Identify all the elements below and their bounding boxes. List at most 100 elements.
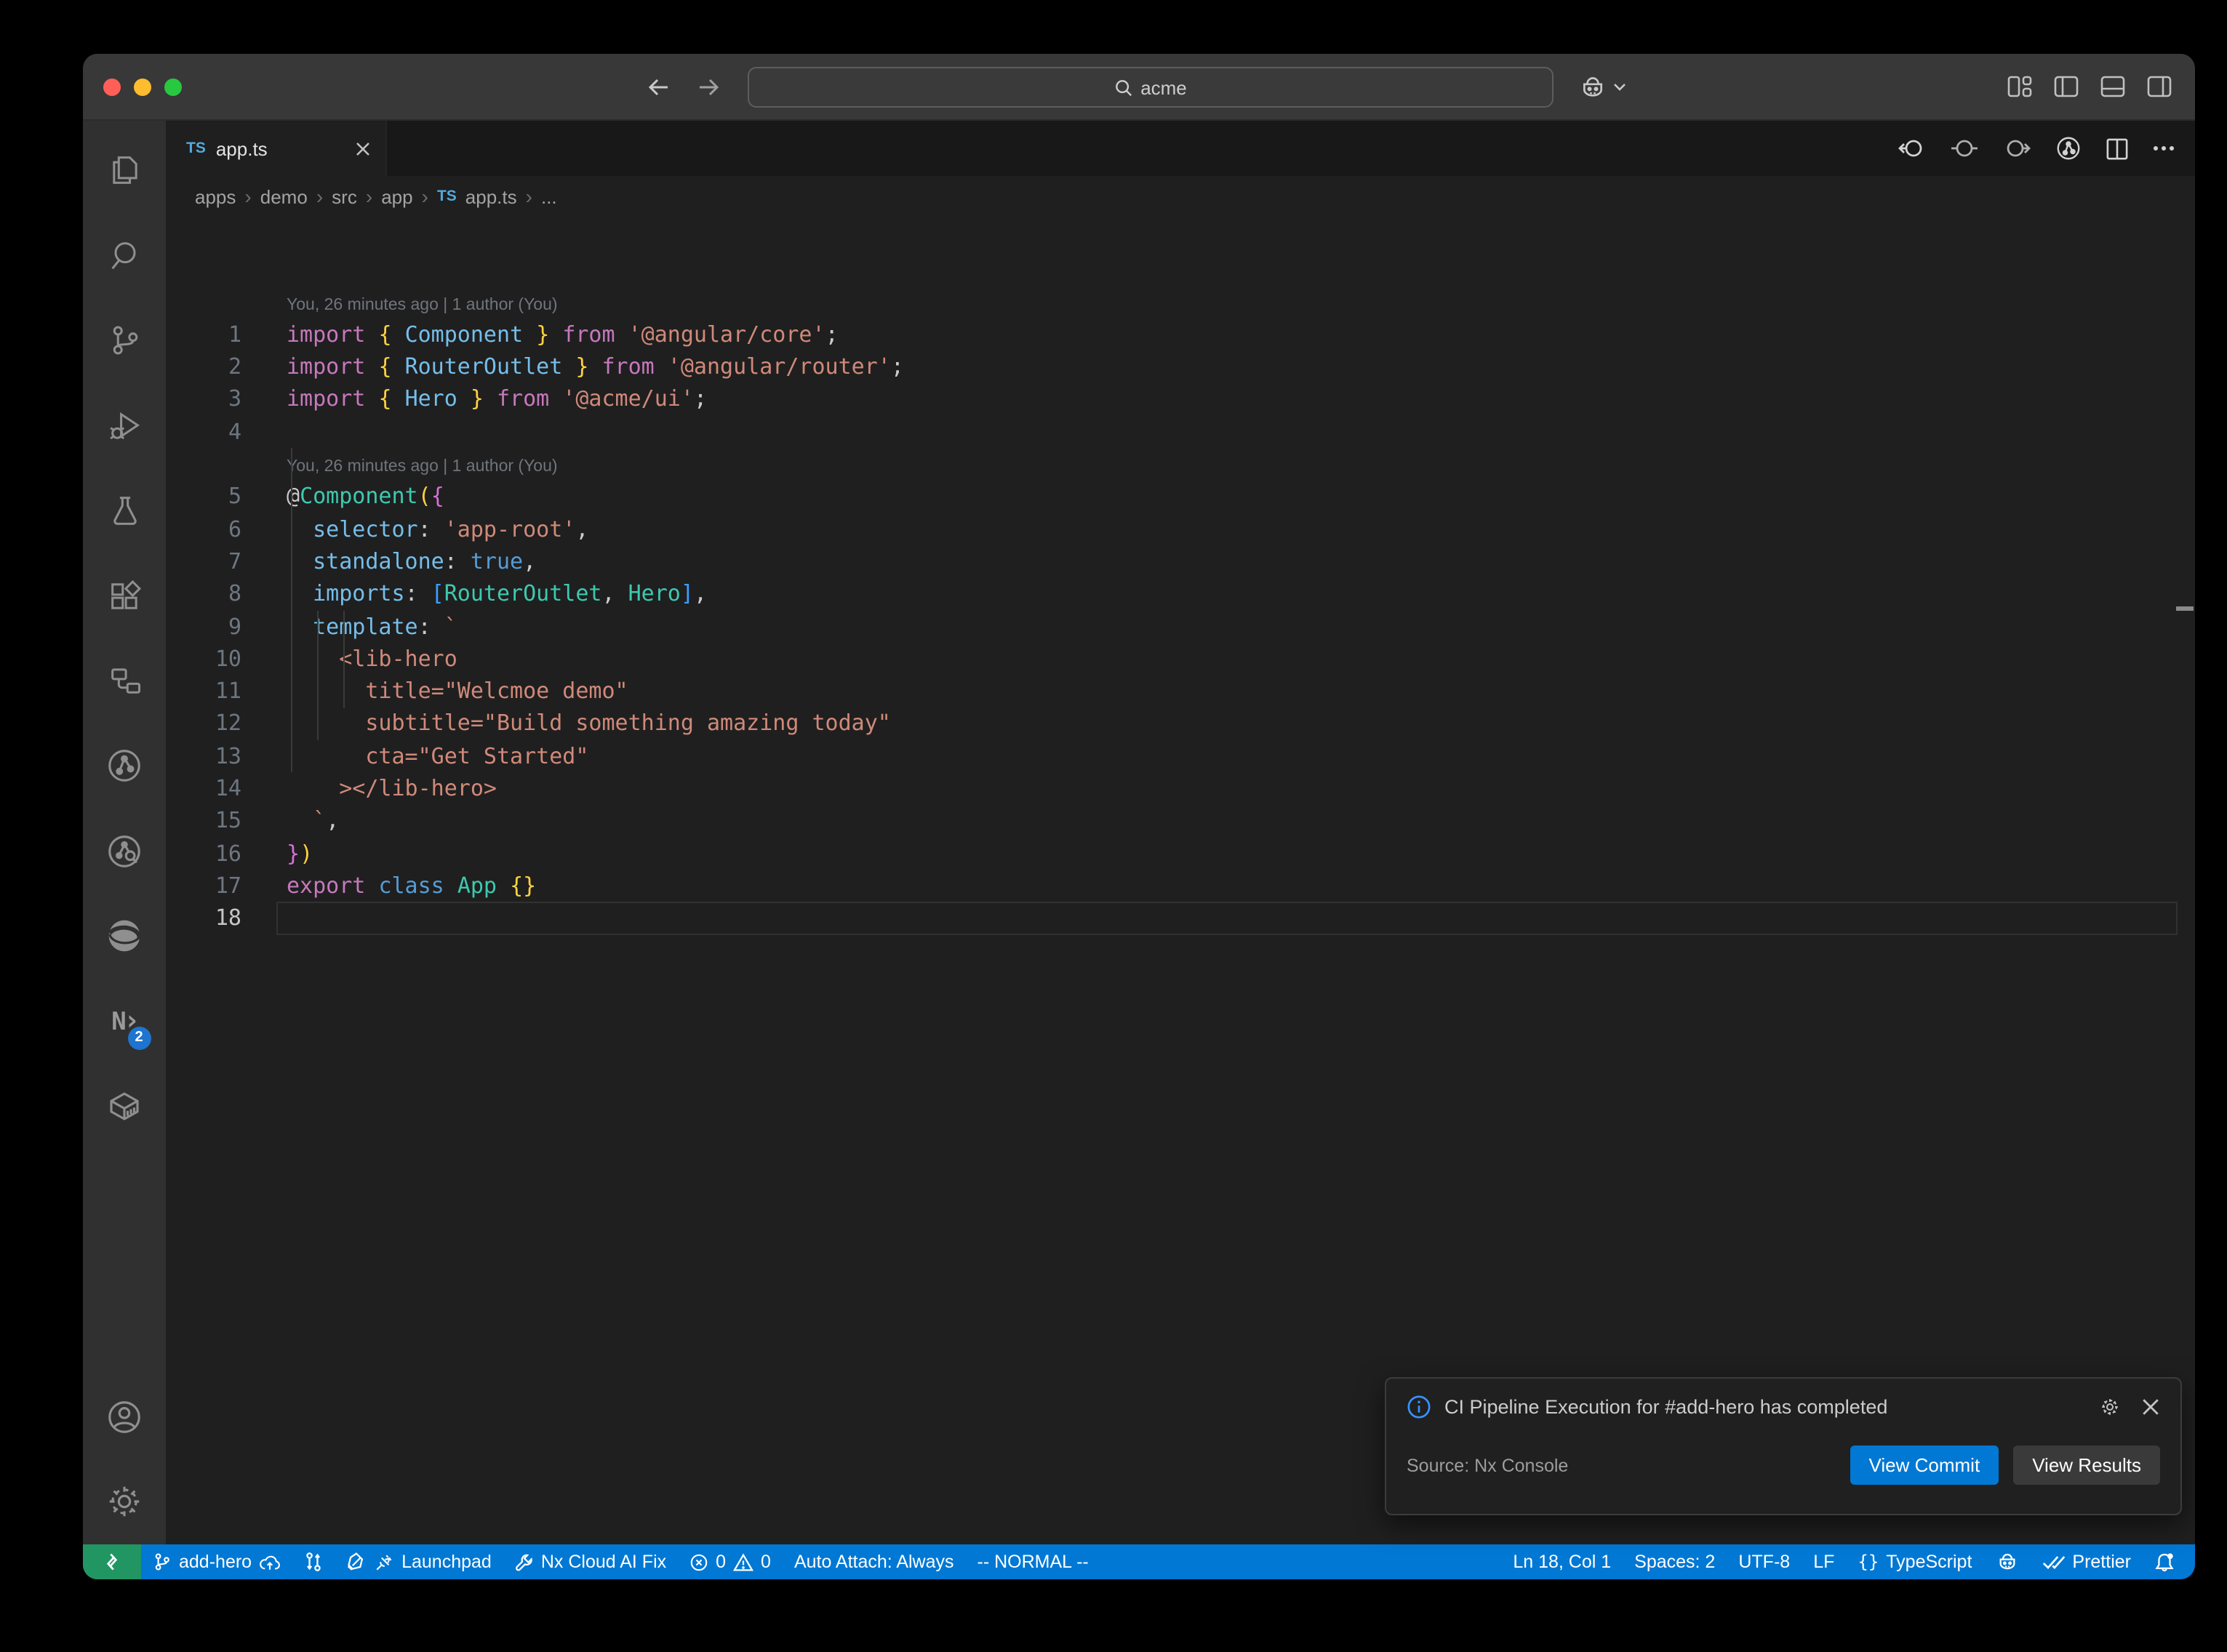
code-line[interactable]: 15 `,: [166, 805, 2195, 838]
vim-mode-status[interactable]: -- NORMAL --: [966, 1544, 1100, 1579]
problems-status[interactable]: 0 0: [678, 1544, 783, 1579]
notification-settings-gear-icon[interactable]: [2099, 1396, 2121, 1418]
package-icon[interactable]: [89, 1064, 159, 1149]
code-area[interactable]: You, 26 minutes ago | 1 author (You)1imp…: [166, 217, 2195, 1544]
explorer-icon[interactable]: [89, 128, 159, 213]
cursor-position-status[interactable]: Ln 18, Col 1: [1501, 1544, 1623, 1579]
language-label: TypeScript: [1886, 1552, 1972, 1572]
view-results-button[interactable]: View Results: [2013, 1446, 2160, 1485]
notification-toast: CI Pipeline Execution for #add-hero has …: [1385, 1377, 2182, 1515]
code-line[interactable]: 13 cta="Get Started": [166, 740, 2195, 773]
status-bar: add-hero Launchpad Nx Cloud AI Fix 0 0: [83, 1544, 2195, 1579]
nx-graph-icon[interactable]: [89, 723, 159, 809]
code-line[interactable]: 12 subtitle="Build something amazing tod…: [166, 707, 2195, 740]
run-debug-icon[interactable]: [89, 383, 159, 468]
pipeline-status[interactable]: [292, 1544, 335, 1579]
close-window-button[interactable]: [103, 78, 121, 95]
minimize-window-button[interactable]: [134, 78, 151, 95]
typescript-file-icon: TS: [437, 188, 457, 205]
indent-guide: [343, 611, 345, 708]
screen: acme: [0, 0, 2227, 1652]
code-line[interactable]: 1import { Component } from '@angular/cor…: [166, 318, 2195, 351]
breadcrumb-item[interactable]: app: [381, 185, 412, 207]
code-line[interactable]: 16}): [166, 837, 2195, 870]
code-line[interactable]: 11 title="Welcmoe demo": [166, 675, 2195, 707]
language-status[interactable]: {} TypeScript: [1846, 1544, 1983, 1579]
nav-back-circle-icon[interactable]: [1898, 138, 1926, 159]
view-commit-button[interactable]: View Commit: [1850, 1446, 1999, 1485]
remote-indicator[interactable]: [83, 1544, 141, 1579]
git-branch-status[interactable]: add-hero: [141, 1544, 292, 1579]
bell-icon: [2154, 1551, 2175, 1573]
code-line[interactable]: 3import { Hero } from '@acme/ui';: [166, 383, 2195, 416]
code-line[interactable]: 6 selector: 'app-root',: [166, 513, 2195, 545]
project-details-icon[interactable]: [89, 638, 159, 723]
code-line[interactable]: 5@Component({: [166, 481, 2195, 513]
breadcrumb-item[interactable]: src: [332, 185, 357, 207]
close-notification-icon[interactable]: [2141, 1396, 2160, 1418]
nav-forward-circle-icon[interactable]: [2003, 138, 2031, 159]
breadcrumb-tail[interactable]: ...: [541, 185, 557, 207]
error-count: 0: [716, 1552, 726, 1572]
launchpad-status[interactable]: Launchpad: [335, 1544, 503, 1579]
errors-icon: [689, 1552, 708, 1571]
console-swirl-icon[interactable]: [89, 894, 159, 979]
tab-app-ts[interactable]: TS app.ts: [166, 121, 387, 176]
accounts-icon[interactable]: [89, 1374, 159, 1459]
eol-status[interactable]: LF: [1802, 1544, 1846, 1579]
publish-cloud-icon: [259, 1552, 281, 1571]
code-line[interactable]: 8 imports: [RouterOutlet, Hero],: [166, 578, 2195, 611]
code-lines: You, 26 minutes ago | 1 author (You)1imp…: [166, 286, 2195, 934]
code-line[interactable]: 17export class App {}: [166, 870, 2195, 902]
zoom-window-button[interactable]: [164, 78, 182, 95]
search-sidebar-icon[interactable]: [89, 213, 159, 298]
blame-annotation[interactable]: You, 26 minutes ago | 1 author (You): [166, 448, 2195, 481]
nx-graph-action-icon[interactable]: [2055, 135, 2082, 161]
code-line[interactable]: 2import { RouterOutlet } from '@angular/…: [166, 350, 2195, 383]
toggle-primary-sidebar-icon[interactable]: [2054, 76, 2079, 97]
blame-annotation[interactable]: You, 26 minutes ago | 1 author (You): [166, 286, 2195, 318]
encoding-status[interactable]: UTF-8: [1727, 1544, 1802, 1579]
search-icon: [1114, 78, 1133, 97]
breadcrumb-item[interactable]: apps: [195, 185, 236, 207]
back-arrow-icon[interactable]: [647, 76, 671, 97]
launchpad-label: Launchpad: [401, 1552, 492, 1572]
source-control-icon[interactable]: [89, 298, 159, 383]
nx-console-icon[interactable]: 2: [89, 979, 159, 1064]
typescript-file-icon: TS: [186, 140, 206, 157]
testing-icon[interactable]: [89, 468, 159, 553]
toggle-panel-icon[interactable]: [2100, 76, 2125, 97]
indent-guide: [317, 611, 319, 740]
copilot-status[interactable]: [1983, 1544, 2030, 1579]
more-actions-icon[interactable]: [2153, 145, 2175, 151]
settings-gear-icon[interactable]: [89, 1459, 159, 1544]
search-input[interactable]: acme: [748, 67, 1554, 108]
copilot-menu[interactable]: [1578, 54, 1626, 119]
breadcrumb-item[interactable]: demo: [260, 185, 308, 207]
extensions-icon[interactable]: [89, 553, 159, 638]
forward-arrow-icon[interactable]: [697, 76, 720, 97]
info-icon: [1407, 1395, 1431, 1419]
breadcrumb-file[interactable]: app.ts: [465, 185, 517, 207]
titlebar: acme: [83, 54, 2195, 121]
close-tab-icon[interactable]: [355, 140, 371, 156]
prettier-status[interactable]: Prettier: [2030, 1544, 2143, 1579]
code-line[interactable]: 4: [166, 416, 2195, 449]
overview-ruler-mark: [2176, 606, 2194, 611]
split-editor-icon[interactable]: [2106, 137, 2128, 159]
code-line[interactable]: 7 standalone: true,: [166, 545, 2195, 578]
nx-graph-explorer-icon[interactable]: [89, 809, 159, 894]
warning-count: 0: [761, 1552, 771, 1572]
toggle-secondary-sidebar-icon[interactable]: [2147, 76, 2172, 97]
notifications-bell[interactable]: [2143, 1544, 2186, 1579]
code-line[interactable]: 14 ></lib-hero>: [166, 772, 2195, 805]
nx-cloud-ai-fix-status[interactable]: Nx Cloud AI Fix: [503, 1544, 678, 1579]
indentation-status[interactable]: Spaces: 2: [1623, 1544, 1727, 1579]
customize-layout-icon[interactable]: [2007, 76, 2032, 97]
code-line[interactable]: 9 template: `: [166, 610, 2195, 643]
nav-current-circle-icon[interactable]: [1951, 138, 1978, 159]
auto-attach-status[interactable]: Auto Attach: Always: [783, 1544, 966, 1579]
git-branch-icon: [153, 1552, 172, 1572]
code-line[interactable]: 18: [166, 902, 2195, 934]
code-line[interactable]: 10 <lib-hero: [166, 643, 2195, 675]
